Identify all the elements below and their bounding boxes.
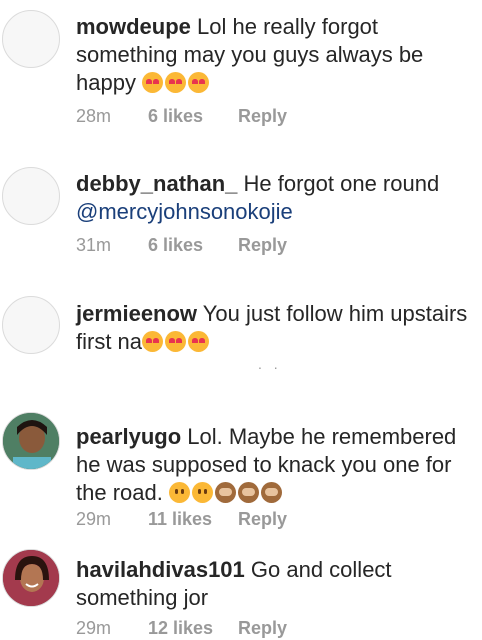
loading-dots: . . [258,356,282,372]
see-no-evil-monkey-icon [237,482,259,503]
heart-eyes-emoji-icon [188,331,210,352]
comment-body: jermieenow You just follow him upstairs … [76,300,482,356]
comment-body: havilahdivas101 Go and collect something… [76,556,482,612]
comment-likes[interactable]: 12 likes [148,618,238,639]
avatar[interactable] [2,296,60,354]
comment-username[interactable]: havilahdivas101 [76,557,245,582]
comment-body: pearlyugo Lol. Maybe he remembered he wa… [76,423,482,507]
comment-time: 29m [76,618,112,638]
comment-body: mowdeupe Lol he really forgot something … [76,13,482,97]
comment-time: 28m [76,106,112,126]
reply-button[interactable]: Reply [238,106,287,127]
comment-likes[interactable]: 11 likes [148,509,238,530]
comment-username[interactable]: pearlyugo [76,424,181,449]
heart-eyes-emoji-icon [142,72,164,93]
avatar[interactable] [2,167,60,225]
comment-time: 29m [76,509,112,529]
avatar[interactable] [2,10,60,68]
heart-eyes-emoji-icon [142,331,164,352]
reply-button[interactable]: Reply [238,618,287,639]
comment-time: 31m [76,235,112,255]
profile-photo-icon [3,550,59,606]
see-no-evil-monkey-icon [260,482,282,503]
comment-text: He forgot one round [243,171,440,196]
comment-likes[interactable]: 6 likes [148,235,238,256]
grinning-emoji-icon [168,482,190,503]
comment-body: debby_nathan_ He forgot one round @mercy… [76,170,482,226]
heart-eyes-emoji-icon [165,331,187,352]
see-no-evil-monkey-icon [214,482,236,503]
avatar[interactable] [2,549,60,607]
comment-meta: 31m 6 likes Reply [76,235,287,256]
avatar[interactable] [2,412,60,470]
profile-photo-icon [3,413,59,469]
comment-username[interactable]: mowdeupe [76,14,191,39]
heart-eyes-emoji-icon [188,72,210,93]
comment-likes[interactable]: 6 likes [148,106,238,127]
heart-eyes-emoji-icon [165,72,187,93]
comment-mention[interactable]: @mercyjohnsonokojie [76,199,293,224]
comment-meta: 28m 6 likes Reply [76,106,287,127]
comment-username[interactable]: debby_nathan_ [76,171,237,196]
grinning-emoji-icon [191,482,213,503]
reply-button[interactable]: Reply [238,509,287,530]
comment-meta: 29m 12 likes Reply [76,618,287,639]
comment-username[interactable]: jermieenow [76,301,197,326]
comment-meta: 29m 11 likes Reply [76,509,287,530]
reply-button[interactable]: Reply [238,235,287,256]
